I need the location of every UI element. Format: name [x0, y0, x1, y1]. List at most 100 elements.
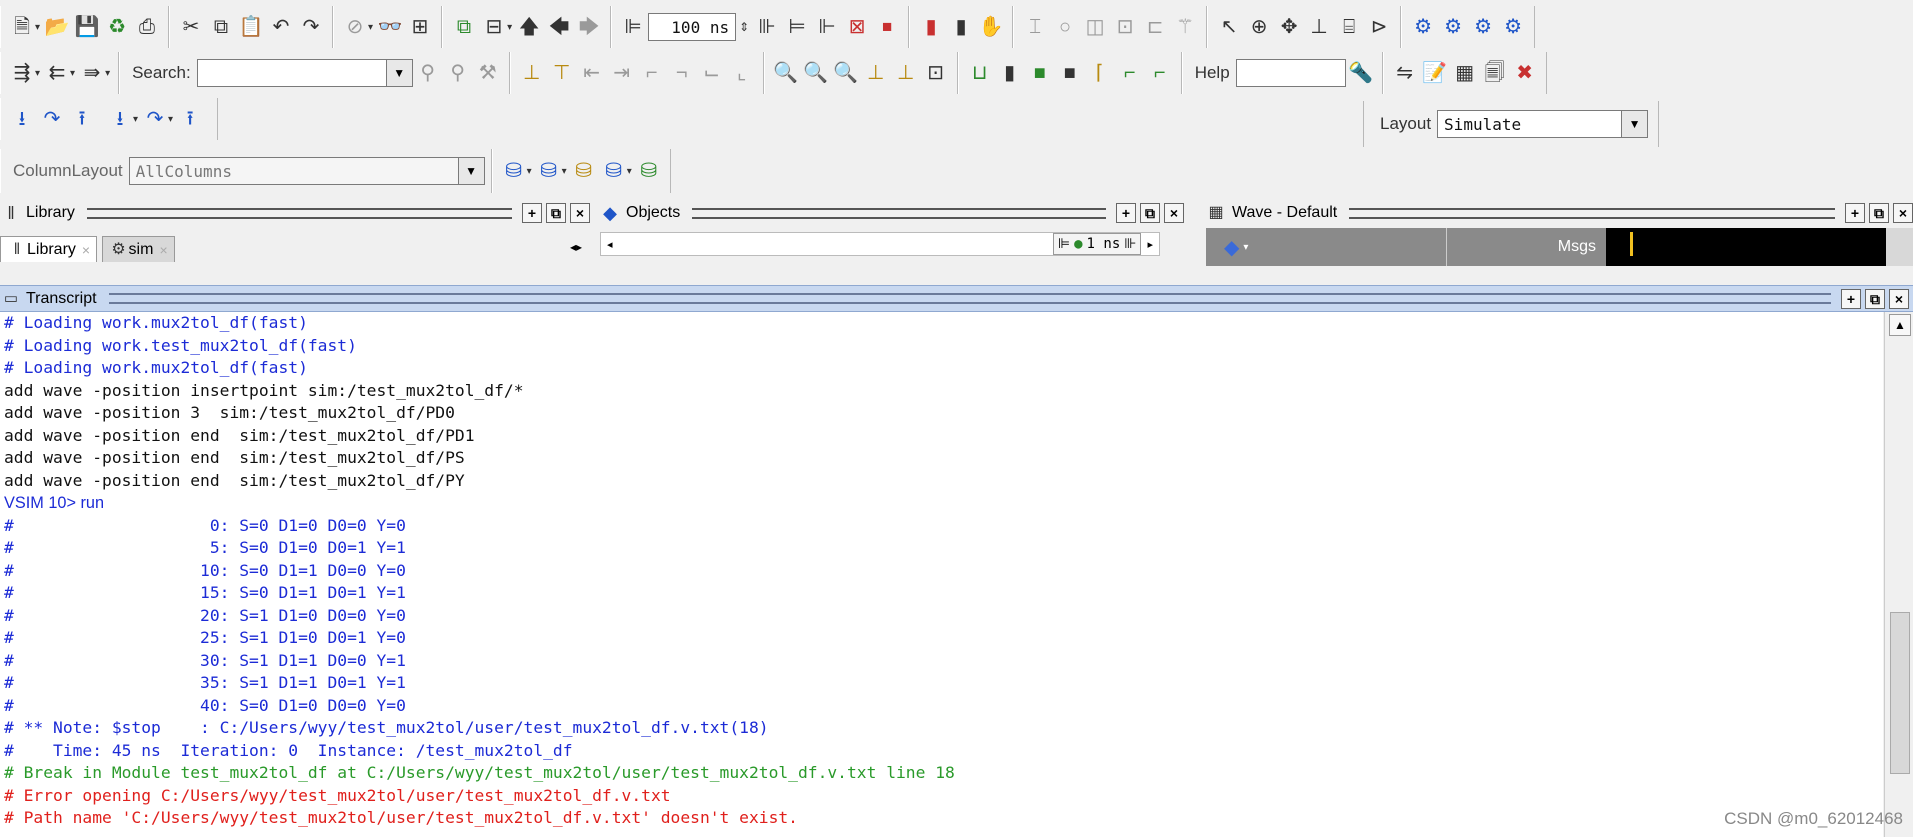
undock-pane-button[interactable]: ⧉: [546, 203, 566, 223]
print-icon[interactable]: ⎙: [133, 12, 161, 42]
delete-cursor-icon[interactable]: ⊳: [1365, 12, 1393, 42]
close-pane-button[interactable]: ×: [570, 203, 590, 223]
hand-icon[interactable]: ✋: [977, 12, 1005, 42]
gear-icon[interactable]: ⚙: [1469, 12, 1497, 42]
wand-icon[interactable]: ⚚: [1171, 12, 1199, 42]
add-pane-button[interactable]: +: [1841, 288, 1861, 309]
search-input[interactable]: [196, 59, 387, 87]
step-into-icon[interactable]: ⭳: [8, 104, 36, 134]
close-icon[interactable]: ×: [82, 242, 90, 258]
zoom-full-icon[interactable]: 🔍: [832, 58, 860, 88]
step-over-arc-icon[interactable]: ↷: [38, 104, 66, 134]
wave-block-icon[interactable]: ■: [1056, 58, 1084, 88]
close-pane-button[interactable]: ×: [1889, 288, 1909, 309]
up-arrow-icon[interactable]: 🡅: [515, 12, 543, 42]
search-next-icon[interactable]: ⚲: [444, 58, 472, 88]
pane-grip[interactable]: [1349, 207, 1835, 219]
wave-edge-icon[interactable]: ⌐: [1116, 58, 1144, 88]
wave-fill-icon[interactable]: ■: [1026, 58, 1054, 88]
pointer-icon[interactable]: ↖: [1215, 12, 1243, 42]
add-pane-button[interactable]: +: [522, 203, 542, 223]
circle-icon[interactable]: ○: [1051, 12, 1079, 42]
next-transition-icon[interactable]: ⌞: [728, 58, 756, 88]
save-icon[interactable]: 💾: [73, 12, 101, 42]
cut-icon[interactable]: ✂: [177, 12, 205, 42]
memory-load-icon[interactable]: ⛁: [570, 156, 598, 186]
stop-icon[interactable]: ⏹: [873, 12, 901, 42]
notes-icon[interactable]: 📝: [1421, 58, 1449, 88]
scroll-left-icon[interactable]: ◂: [607, 238, 613, 251]
prev-transition-icon[interactable]: ⌙: [698, 58, 726, 88]
chevron-down-icon[interactable]: ▾: [627, 166, 632, 177]
chevron-down-icon[interactable]: ▾: [368, 22, 373, 33]
undock-pane-button[interactable]: ⧉: [1865, 288, 1885, 309]
pane-grip[interactable]: [86, 207, 512, 219]
compile-all-icon[interactable]: ⊟: [480, 12, 508, 42]
collapse-icon[interactable]: ⊞: [406, 12, 434, 42]
chevron-down-icon[interactable]: ▾: [562, 166, 567, 177]
scroll-up-icon[interactable]: ▲: [1889, 314, 1911, 336]
undock-pane-button[interactable]: ⧉: [1140, 203, 1160, 223]
zoom-region-icon[interactable]: ⊕: [1245, 12, 1273, 42]
forward-arrow-icon[interactable]: 🡆: [575, 12, 603, 42]
close-pane-button[interactable]: ×: [1164, 203, 1184, 223]
continue-run-icon[interactable]: ⊨: [783, 12, 811, 42]
gear-icon[interactable]: ⚙: [1499, 12, 1527, 42]
run-length-input[interactable]: [648, 13, 737, 41]
step-forward-icon[interactable]: ⊪: [1124, 236, 1136, 252]
zoom-last-icon[interactable]: ⊡: [922, 58, 950, 88]
io-icon[interactable]: ◫: [1081, 12, 1109, 42]
zoom-cursor-icon[interactable]: ⊥: [862, 58, 890, 88]
sync-icon[interactable]: ⇋: [1391, 58, 1419, 88]
tab-sim[interactable]: ⚙ sim ×: [101, 236, 175, 262]
run-all-icon[interactable]: ⊩: [813, 12, 841, 42]
refresh-icon[interactable]: ♻: [103, 12, 131, 42]
help-input[interactable]: [1235, 59, 1346, 87]
delete-bookmark-icon[interactable]: ✖: [1511, 58, 1539, 88]
chevron-down-icon[interactable]: ▾: [1243, 242, 1248, 253]
step-in-icon[interactable]: ⇶: [8, 58, 36, 88]
next-edge-icon[interactable]: ⇥: [608, 58, 636, 88]
add-pane-button[interactable]: +: [1116, 203, 1136, 223]
bookmark-icon[interactable]: 🗐: [1481, 58, 1509, 88]
run-icon[interactable]: ⊪: [753, 12, 781, 42]
search-previous-icon[interactable]: ⚲: [414, 58, 442, 88]
chevron-down-icon[interactable]: ▾: [527, 166, 532, 177]
step-back-icon[interactable]: ⊫: [1058, 236, 1070, 252]
undo-icon[interactable]: ↶: [267, 12, 295, 42]
layout-select[interactable]: [1437, 110, 1623, 138]
search-options-icon[interactable]: ⚒: [474, 58, 502, 88]
chevron-down-icon[interactable]: ▾: [105, 68, 110, 79]
move-icon[interactable]: ✥: [1275, 12, 1303, 42]
layout-dropdown-icon[interactable]: ▼: [1622, 110, 1649, 138]
signal-icon[interactable]: ⊡: [1111, 12, 1139, 42]
step-out-all-icon[interactable]: ⭱: [176, 104, 204, 134]
memory-icon[interactable]: ⛁: [500, 156, 528, 186]
performance-icon[interactable]: ▮: [917, 12, 945, 42]
step-into-all-icon[interactable]: ⭳: [106, 104, 134, 134]
break-run-icon[interactable]: ⊠: [843, 12, 871, 42]
pane-grip[interactable]: [692, 207, 1106, 219]
new-file-icon[interactable]: 🗎: [8, 12, 36, 42]
scroll-thumb[interactable]: [1890, 612, 1910, 774]
chevron-down-icon[interactable]: ▾: [35, 22, 40, 33]
edit-wave-icon[interactable]: ⌸: [1335, 12, 1363, 42]
back-arrow-icon[interactable]: 🡄: [545, 12, 573, 42]
wave-bar-icon[interactable]: ▮: [996, 58, 1024, 88]
gear-icon[interactable]: ⚙: [1409, 12, 1437, 42]
step-over-icon[interactable]: ⇛: [78, 58, 106, 88]
undock-pane-button[interactable]: ⧉: [1869, 203, 1889, 223]
memory-export-icon[interactable]: ⛁: [635, 156, 663, 186]
memory-save-icon[interactable]: ⛁: [535, 156, 563, 186]
insert-cursor-icon[interactable]: ⊥: [1305, 12, 1333, 42]
zoom-range-icon[interactable]: ⊥: [892, 58, 920, 88]
open-folder-icon[interactable]: 📂: [43, 12, 71, 42]
tab-library[interactable]: 𝍪 Library ×: [0, 236, 98, 262]
step-out-icon[interactable]: ⇇: [43, 58, 71, 88]
pane-grip[interactable]: [108, 293, 1831, 304]
gear-icon[interactable]: ⚙: [1439, 12, 1467, 42]
wave-objects-icon[interactable]: ◆: [1224, 235, 1239, 260]
calendar-icon[interactable]: ▦: [1451, 58, 1479, 88]
edge-down-icon[interactable]: ⊤: [548, 58, 576, 88]
step-out-icon[interactable]: ⭱: [68, 104, 96, 134]
